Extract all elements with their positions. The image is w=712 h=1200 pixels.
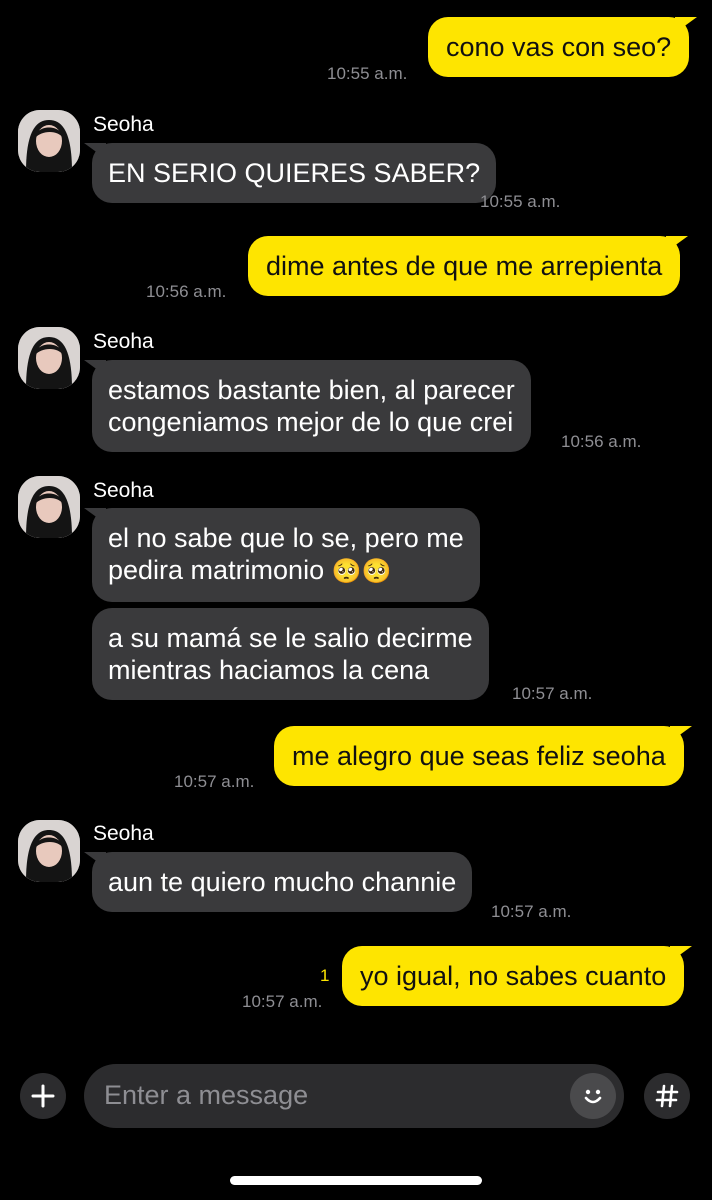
incoming-message[interactable]: el no sabe que lo se, pero me pedira mat… (84, 508, 480, 602)
contact-avatar[interactable] (18, 110, 80, 172)
message-text: dime antes de que me arrepienta (266, 251, 663, 281)
message-text: cono vas con seo? (446, 32, 672, 62)
message-time: 10:56 a.m. (146, 282, 227, 301)
message-line: congeniamos mejor de lo que crei (108, 407, 514, 437)
contact-avatar[interactable] (18, 327, 80, 389)
message-input[interactable]: Enter a message (84, 1064, 624, 1128)
message-time: 10:55 a.m. (327, 64, 408, 83)
hashtag-icon (655, 1084, 679, 1108)
contact-name: Seoha (93, 113, 154, 136)
incoming-message[interactable]: estamos bastante bien, al parecer congen… (84, 360, 531, 452)
outgoing-message[interactable]: dime antes de que me arrepienta (248, 236, 689, 296)
hashtag-button[interactable] (644, 1073, 690, 1119)
message-time: 10:56 a.m. (561, 432, 642, 451)
plus-icon (31, 1084, 55, 1108)
emoji-button[interactable] (570, 1073, 616, 1119)
incoming-message[interactable]: EN SERIO QUIERES SABER? (83, 143, 497, 203)
incoming-message[interactable]: aun te quiero mucho channie (83, 852, 473, 912)
outgoing-message[interactable]: cono vas con seo? (428, 17, 698, 77)
message-input-placeholder: Enter a message (104, 1080, 309, 1110)
pleading-face-emoji: 🥺🥺 (331, 558, 392, 585)
message-line-with-emoji: pedira matrimonio 🥺🥺 (108, 554, 464, 588)
message-line: el no sabe que lo se, pero me (108, 523, 464, 553)
incoming-message[interactable]: a su mamá se le salio decirme mientras h… (92, 608, 489, 700)
message-line: mientras haciamos la cena (108, 655, 430, 685)
message-time: 10:55 a.m. (480, 192, 561, 211)
contact-avatar[interactable] (18, 476, 80, 538)
message-time: 10:57 a.m. (512, 684, 593, 703)
message-line: pedira matrimonio (108, 555, 325, 585)
smiley-icon (584, 1089, 602, 1104)
message-time: 10:57 a.m. (174, 772, 255, 791)
contact-avatar[interactable] (18, 820, 80, 882)
contact-name: Seoha (93, 479, 154, 502)
message-text: aun te quiero mucho channie (108, 867, 457, 897)
outgoing-message[interactable]: me alegro que seas feliz seoha (274, 726, 692, 786)
message-text: yo igual, no sabes cuanto (360, 961, 667, 991)
add-button[interactable] (20, 1073, 66, 1119)
message-line: a su mamá se le salio decirme (108, 623, 473, 653)
message-text: EN SERIO QUIERES SABER? (108, 158, 481, 188)
message-line: estamos bastante bien, al parecer (108, 375, 515, 405)
contact-name: Seoha (93, 330, 154, 353)
home-indicator[interactable] (230, 1176, 482, 1185)
unread-count: 1 (320, 966, 330, 985)
message-time: 10:57 a.m. (491, 902, 572, 921)
message-time: 10:57 a.m. (242, 992, 323, 1011)
outgoing-message[interactable]: yo igual, no sabes cuanto (342, 946, 693, 1006)
message-text: me alegro que seas feliz seoha (292, 741, 666, 771)
contact-name: Seoha (93, 822, 154, 845)
